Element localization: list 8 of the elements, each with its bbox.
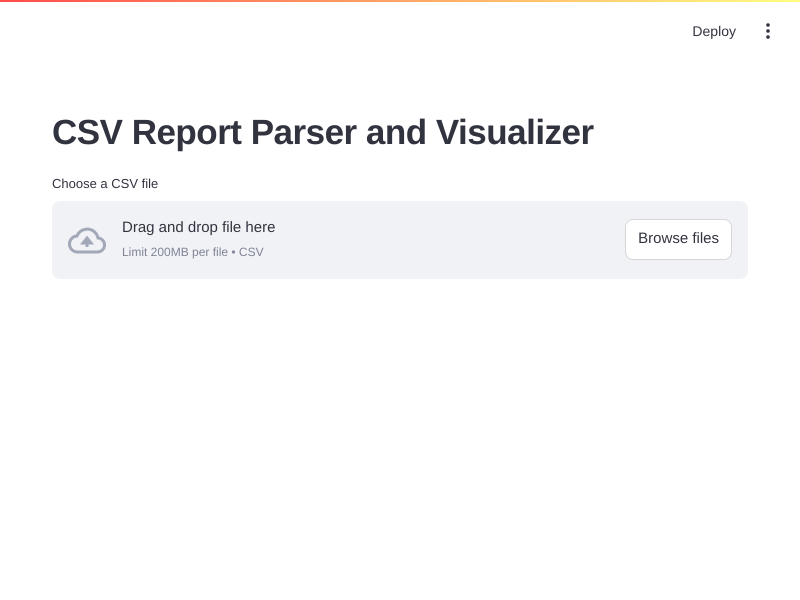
file-drop-zone[interactable]: Drag and drop file here Limit 200MB per file • CSV Browse files [52, 200, 748, 278]
uploader-label: Choose a CSV file [52, 175, 160, 193]
page-title: CSV Report Parser and Visualizer [52, 112, 595, 154]
file-limit-text: Limit 200MB per file • CSV [122, 244, 265, 260]
browse-files-button[interactable]: Browse files [625, 219, 732, 260]
drop-instructions: Drag and drop file here [122, 218, 276, 236]
cloud-upload-icon [68, 226, 106, 254]
deploy-button[interactable]: Deploy [684, 16, 744, 46]
